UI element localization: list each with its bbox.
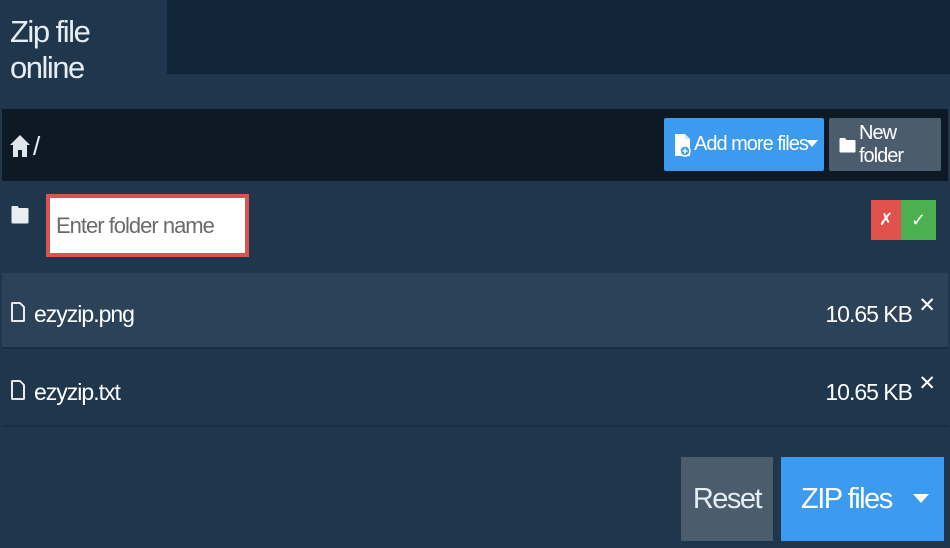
new-folder-label: New folder: [859, 121, 904, 167]
new-folder-button[interactable]: New folder: [829, 118, 941, 171]
caret-down-icon[interactable]: [913, 494, 929, 503]
breadcrumb-separator: /: [33, 131, 41, 161]
add-more-files-label: Add more files: [694, 133, 809, 155]
file-list-item: ezyzip.png 10.65 KB ✕: [2, 273, 948, 349]
tab-bar: Zip file online: [0, 0, 950, 85]
remove-file-button[interactable]: ✕: [918, 293, 936, 318]
reset-label: Reset: [692, 482, 763, 515]
tab-zip-file-online[interactable]: Zip file online: [0, 0, 167, 85]
add-more-files-button[interactable]: Add more files: [664, 118, 824, 171]
folder-name-input[interactable]: [54, 202, 241, 249]
close-icon: ✗: [878, 210, 894, 229]
zip-files-label: ZIP files: [801, 482, 893, 515]
remove-file-button[interactable]: ✕: [918, 371, 936, 396]
check-icon: ✓: [910, 209, 927, 230]
file-name: ezyzip.png: [34, 301, 135, 327]
breadcrumb: /: [9, 131, 41, 161]
file-name: ezyzip.txt: [34, 379, 121, 405]
file-toolbar: / Add more files New folder: [2, 109, 948, 181]
folder-icon: [11, 204, 29, 229]
reset-button[interactable]: Reset: [681, 457, 773, 541]
caret-down-icon[interactable]: [806, 140, 818, 147]
home-icon[interactable]: [9, 134, 31, 158]
tab-title: Zip file online: [10, 14, 91, 85]
folder-icon: [839, 137, 856, 153]
file-icon: [11, 380, 25, 400]
confirm-folder-button[interactable]: ✓: [901, 200, 936, 240]
file-list-item: ezyzip.txt 10.65 KB ✕: [2, 351, 948, 427]
file-size: 10.65 KB: [825, 379, 913, 405]
zip-files-button[interactable]: ZIP files: [781, 457, 944, 541]
file-plus-icon: [674, 133, 692, 157]
file-icon: [11, 302, 25, 322]
cancel-folder-button[interactable]: ✗: [871, 200, 901, 240]
file-size: 10.65 KB: [825, 301, 913, 327]
folder-name-field-wrapper: [46, 194, 249, 257]
